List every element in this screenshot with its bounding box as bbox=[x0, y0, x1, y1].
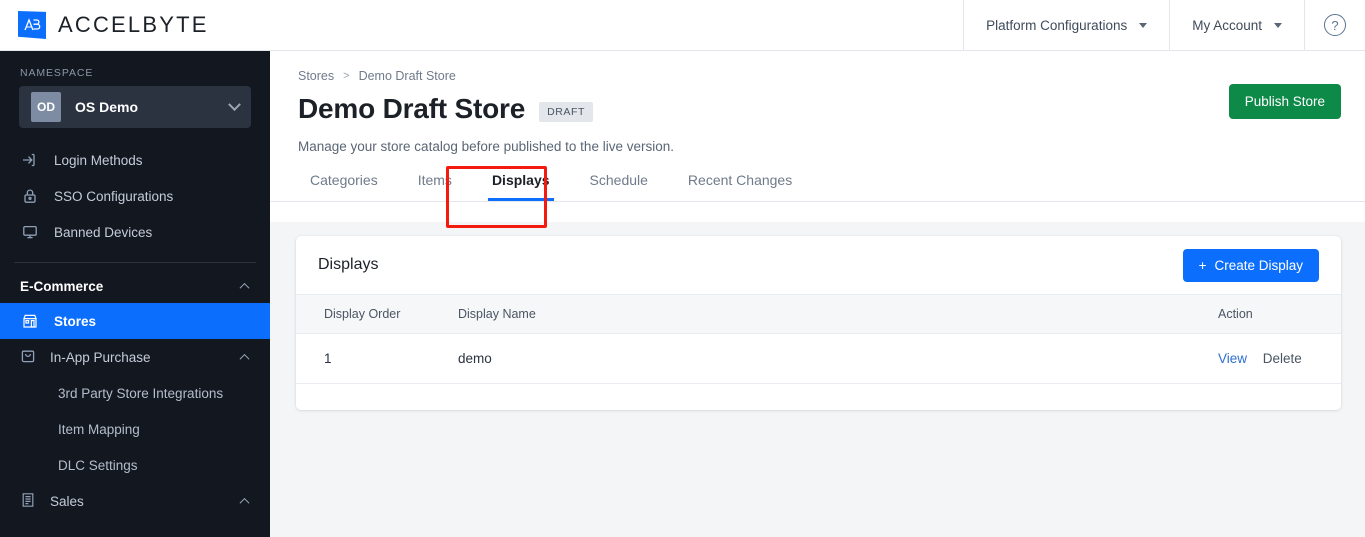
chevron-up-icon bbox=[239, 353, 250, 364]
sidebar-item-label: Stores bbox=[54, 313, 97, 329]
displays-card-header: Displays + Create Display bbox=[296, 236, 1341, 294]
login-arrow-icon bbox=[20, 152, 40, 168]
view-link[interactable]: View bbox=[1218, 351, 1247, 366]
tab-displays[interactable]: Displays bbox=[472, 173, 570, 201]
namespace-label: NAMESPACE bbox=[20, 67, 94, 79]
chevron-down-icon bbox=[1139, 22, 1148, 28]
sidebar-item-label: Login Methods bbox=[54, 152, 143, 168]
breadcrumb: Stores > Demo Draft Store bbox=[270, 51, 1365, 83]
column-header-display-order: Display Order bbox=[296, 294, 458, 334]
monitor-icon bbox=[20, 224, 40, 240]
topbar-right-menu: Platform Configurations My Account ? bbox=[963, 0, 1365, 51]
chevron-down-icon bbox=[228, 97, 241, 111]
displays-card: Displays + Create Display Display Order … bbox=[296, 236, 1341, 410]
cell-actions: View Delete bbox=[1218, 333, 1341, 384]
create-display-label: Create Display bbox=[1214, 257, 1303, 273]
app-root: ACCELBYTE Platform Configurations My Acc… bbox=[0, 0, 1365, 537]
lock-icon bbox=[20, 188, 40, 204]
my-account-label: My Account bbox=[1192, 17, 1262, 33]
status-badge: DRAFT bbox=[539, 102, 594, 122]
bag-icon bbox=[20, 348, 36, 367]
sidebar-group-in-app-purchase[interactable]: In-App Purchase bbox=[0, 339, 270, 375]
my-account-menu[interactable]: My Account bbox=[1169, 0, 1304, 51]
main-content: Stores > Demo Draft Store Demo Draft Sto… bbox=[270, 51, 1365, 537]
chevron-up-icon bbox=[239, 497, 250, 508]
tab-schedule[interactable]: Schedule bbox=[570, 173, 668, 201]
namespace-avatar: OD bbox=[31, 92, 61, 122]
accelbyte-logo-icon bbox=[18, 11, 46, 39]
platform-configurations-label: Platform Configurations bbox=[986, 17, 1128, 33]
page-title: Demo Draft Store bbox=[298, 93, 526, 124]
sidebar-item-label: SSO Configurations bbox=[54, 188, 174, 204]
receipt-icon bbox=[20, 492, 36, 511]
sidebar-subitem-3rd-party-store-integrations[interactable]: 3rd Party Store Integrations bbox=[0, 375, 270, 411]
publish-store-button[interactable]: Publish Store bbox=[1228, 84, 1341, 119]
namespace-name: OS Demo bbox=[75, 99, 139, 115]
breadcrumb-separator: > bbox=[343, 70, 350, 82]
content-area: Displays + Create Display Display Order … bbox=[270, 222, 1365, 537]
page-title-row: Demo Draft Store DRAFT Publish Store bbox=[270, 83, 1365, 125]
sidebar: NAMESPACE OD OS Demo Login Methods SSO C… bbox=[0, 51, 270, 537]
store-icon bbox=[20, 313, 40, 329]
sidebar-group-sales[interactable]: Sales bbox=[0, 483, 270, 519]
chevron-up-icon bbox=[239, 282, 250, 293]
create-display-button[interactable]: + Create Display bbox=[1182, 248, 1319, 282]
delete-link[interactable]: Delete bbox=[1263, 351, 1302, 366]
sidebar-item-label: In-App Purchase bbox=[50, 349, 151, 365]
cell-display-order: 1 bbox=[296, 333, 458, 384]
tab-items[interactable]: Items bbox=[398, 173, 472, 201]
sidebar-item-sso-configurations[interactable]: SSO Configurations bbox=[0, 178, 270, 214]
help-button[interactable]: ? bbox=[1304, 0, 1365, 51]
chevron-down-icon bbox=[1274, 22, 1282, 28]
tab-recent-changes[interactable]: Recent Changes bbox=[668, 173, 812, 201]
sidebar-subitem-label: DLC Settings bbox=[58, 457, 138, 473]
namespace-selector[interactable]: OD OS Demo bbox=[19, 86, 251, 128]
cell-display-name: demo bbox=[458, 333, 1218, 384]
sidebar-item-login-methods[interactable]: Login Methods bbox=[0, 142, 270, 178]
sidebar-divider bbox=[14, 262, 256, 263]
brand-name: ACCELBYTE bbox=[58, 12, 209, 37]
sidebar-item-label: Banned Devices bbox=[54, 224, 153, 240]
top-header-bar: ACCELBYTE Platform Configurations My Acc… bbox=[0, 0, 1365, 51]
displays-card-title: Displays bbox=[318, 256, 379, 273]
sidebar-item-stores[interactable]: Stores bbox=[0, 303, 270, 339]
sidebar-subitem-dlc-settings[interactable]: DLC Settings bbox=[0, 447, 270, 483]
displays-card-footer bbox=[296, 384, 1341, 410]
column-header-action: Action bbox=[1218, 294, 1341, 334]
sidebar-item-label: Sales bbox=[50, 493, 84, 509]
page-subtitle: Manage your store catalog before publish… bbox=[298, 139, 674, 154]
column-header-display-name: Display Name bbox=[458, 294, 1218, 334]
table-header-row: Display Order Display Name Action bbox=[296, 294, 1341, 334]
platform-configurations-menu[interactable]: Platform Configurations bbox=[963, 0, 1169, 51]
breadcrumb-stores[interactable]: Stores bbox=[298, 69, 334, 83]
plus-icon: + bbox=[1198, 257, 1207, 273]
help-circle-icon: ? bbox=[1324, 14, 1346, 36]
displays-table: Display Order Display Name Action 1 demo… bbox=[296, 294, 1341, 384]
sidebar-subitem-item-mapping[interactable]: Item Mapping bbox=[0, 411, 270, 447]
displays-table-body: 1 demo View Delete bbox=[296, 333, 1341, 384]
table-row: 1 demo View Delete bbox=[296, 333, 1341, 384]
sidebar-nav: Login Methods SSO Configurations Banned … bbox=[0, 142, 270, 250]
breadcrumb-current: Demo Draft Store bbox=[358, 69, 456, 83]
tab-bar: Categories Items Displays Schedule Recen… bbox=[270, 154, 1365, 202]
displays-table-head: Display Order Display Name Action bbox=[296, 294, 1341, 334]
sidebar-group-ecommerce[interactable]: E-Commerce bbox=[0, 269, 270, 303]
sidebar-group-label: E-Commerce bbox=[20, 278, 104, 294]
sidebar-subitem-label: Item Mapping bbox=[58, 421, 140, 437]
sidebar-subitem-label: 3rd Party Store Integrations bbox=[58, 385, 224, 401]
tab-categories[interactable]: Categories bbox=[298, 173, 398, 201]
brand-logo-area[interactable]: ACCELBYTE bbox=[0, 0, 270, 50]
sidebar-item-banned-devices[interactable]: Banned Devices bbox=[0, 214, 270, 250]
